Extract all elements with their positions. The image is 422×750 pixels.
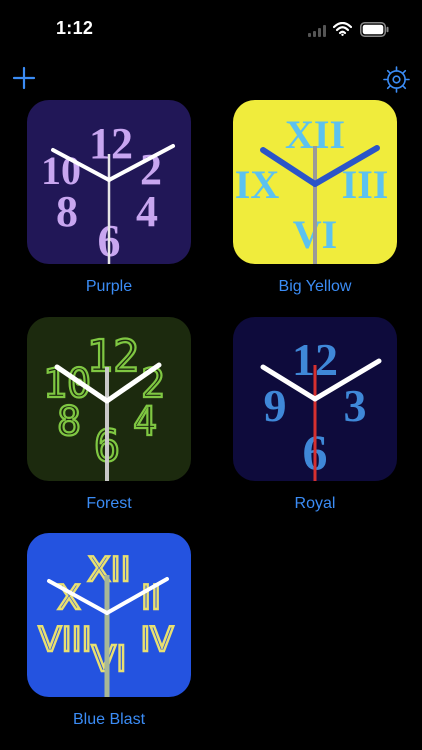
numeral-VIII: VIII <box>38 620 91 660</box>
numeral-3: 3 <box>344 380 367 431</box>
numeral-IX: IX <box>235 162 280 207</box>
numeral-IV: IV <box>140 620 173 660</box>
status-time: 1:12 <box>56 18 94 38</box>
cellular-signal-icon <box>308 25 327 37</box>
plus-icon[interactable] <box>12 66 36 90</box>
numeral-9: 9 <box>264 380 287 431</box>
clock-label: Royal <box>294 495 336 512</box>
numeral-4: 4 <box>136 187 158 236</box>
status-bar: 1:12 <box>0 0 422 58</box>
numeral-III: III <box>342 162 389 207</box>
clock-tile-purple[interactable]: 12 10 2 8 4 6 Purple <box>27 100 191 296</box>
battery-icon <box>360 22 389 37</box>
clock-face-forest: 12 10 2 8 4 6 <box>27 317 191 481</box>
numeral-12: 12 <box>87 331 140 382</box>
clock-tile-royal[interactable]: 12 9 3 6 Royal <box>233 317 397 513</box>
clock-label: Big Yellow <box>278 278 352 295</box>
clock-face-blue-blast: XII X II VIII IV VI <box>27 533 191 697</box>
clock-face-purple: 12 10 2 8 4 6 <box>27 100 191 264</box>
clock-label: Purple <box>85 278 133 295</box>
wifi-icon <box>333 22 352 36</box>
gear-icon[interactable] <box>383 66 410 93</box>
clock-tile-blue-blast[interactable]: XII X II VIII IV VI Blue Blast <box>27 533 191 729</box>
numeral-8: 8 <box>57 399 81 445</box>
numeral-8: 8 <box>56 187 78 236</box>
clock-label: Forest <box>86 495 132 512</box>
numeral-4: 4 <box>133 399 157 445</box>
clock-face-royal: 12 9 3 6 <box>233 317 397 481</box>
clock-tile-forest[interactable]: 12 10 2 8 4 6 Forest <box>27 317 191 513</box>
clock-tile-big-yellow[interactable]: XII IX III VI Big Yellow <box>233 100 397 296</box>
clock-face-big-yellow: XII IX III VI <box>233 100 397 264</box>
clock-label: Blue Blast <box>72 711 146 728</box>
numeral-12: 12 <box>89 119 133 168</box>
